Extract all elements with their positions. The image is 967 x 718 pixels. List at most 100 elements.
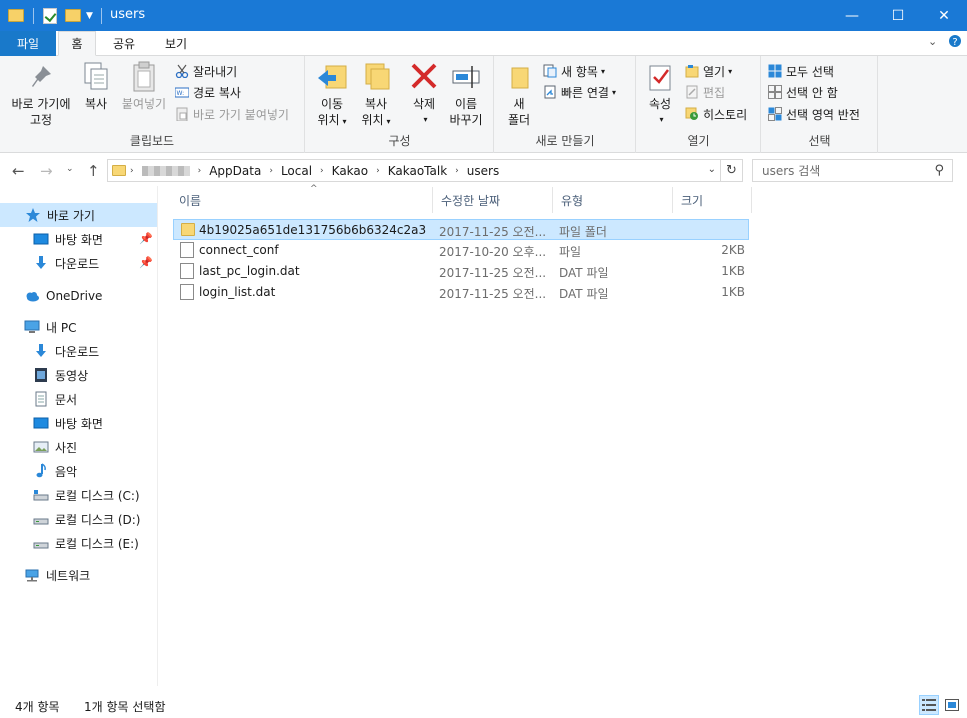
sidebar-item-network[interactable]: 네트워크 bbox=[0, 563, 157, 587]
invert-selection-button[interactable]: 선택 영역 반전 bbox=[768, 104, 860, 124]
forward-button[interactable]: → bbox=[40, 162, 53, 180]
column-header-size[interactable]: 크기 bbox=[673, 187, 752, 213]
sidebar-item-label: 로컬 디스크 (E:) bbox=[55, 536, 139, 551]
table-row[interactable]: login_list.dat 2017-11-25 오전... DAT 파일 1… bbox=[173, 282, 749, 303]
recent-locations-button[interactable]: ⌄ bbox=[66, 164, 74, 174]
rename-icon bbox=[450, 60, 482, 94]
select-none-button[interactable]: 선택 안 함 bbox=[768, 82, 838, 102]
help-icon: ? bbox=[949, 35, 961, 48]
breadcrumb-appdata[interactable]: AppData bbox=[209, 164, 261, 178]
help-button[interactable]: ? bbox=[948, 34, 962, 51]
edit-button[interactable]: 편집 bbox=[685, 82, 725, 102]
chevron-down-icon: ▾ bbox=[386, 117, 391, 126]
rename-button[interactable]: 이름 바꾸기 bbox=[446, 60, 486, 128]
delete-button[interactable]: 삭제 ▾ bbox=[406, 60, 442, 128]
refresh-button[interactable]: ↻ bbox=[721, 159, 743, 182]
file-size: 1KB bbox=[721, 264, 745, 278]
sidebar-item-label: 사진 bbox=[55, 440, 78, 455]
sidebar-item-desktop[interactable]: 바탕 화면 bbox=[0, 411, 157, 435]
back-button[interactable]: ← bbox=[12, 162, 25, 180]
select-all-button[interactable]: 모두 선택 bbox=[768, 61, 834, 81]
copy-button[interactable]: 복사 bbox=[78, 60, 114, 112]
film-icon bbox=[33, 367, 49, 383]
sidebar-item-this-pc[interactable]: 내 PC bbox=[0, 315, 157, 339]
table-row[interactable]: 4b19025a651de131756b6b6324c2a31... 2017-… bbox=[173, 219, 749, 240]
large-icons-view-button[interactable] bbox=[942, 695, 962, 715]
minimize-button[interactable]: — bbox=[829, 0, 875, 31]
column-header-name[interactable]: 이름 ^ bbox=[171, 184, 433, 213]
details-view-button[interactable] bbox=[919, 695, 939, 715]
sidebar-item-desktop-pinned[interactable]: 바탕 화면 📌 bbox=[0, 227, 157, 251]
sidebar-item-onedrive[interactable]: OneDrive bbox=[0, 284, 157, 308]
paste-button[interactable]: 붙여넣기 bbox=[118, 60, 170, 112]
invert-selection-label: 선택 영역 반전 bbox=[786, 107, 860, 122]
svg-text:W:: W: bbox=[177, 90, 185, 97]
copy-to-label: 복사 위치 ▾ bbox=[356, 96, 396, 130]
sidebar-item-downloads-pinned[interactable]: 다운로드 📌 bbox=[0, 251, 157, 275]
tab-home[interactable]: 홈 bbox=[58, 31, 96, 56]
paste-shortcut-button[interactable]: 바로 가기 붙여넣기 bbox=[175, 104, 289, 124]
status-bar: 4개 항목 1개 항목 선택함 bbox=[0, 692, 967, 718]
address-bar[interactable]: › › AppData › Local › Kakao › KakaoTalk … bbox=[107, 159, 721, 182]
select-none-label: 선택 안 함 bbox=[786, 85, 838, 100]
cut-button[interactable]: 잘라내기 bbox=[175, 61, 237, 81]
properties-quick-button[interactable] bbox=[43, 6, 57, 25]
move-to-label: 이동 위치 ▾ bbox=[312, 96, 352, 130]
up-button[interactable]: ↑ bbox=[87, 162, 100, 180]
column-header-label: 유형 bbox=[561, 193, 584, 208]
navigation-pane-divider bbox=[157, 186, 158, 686]
breadcrumb-users[interactable]: users bbox=[467, 164, 499, 178]
tab-share[interactable]: 공유 bbox=[104, 31, 144, 56]
pin-icon[interactable]: 📌 bbox=[139, 256, 153, 269]
paste-label: 붙여넣기 bbox=[121, 97, 167, 111]
tab-view[interactable]: 보기 bbox=[156, 31, 196, 56]
new-item-button[interactable]: 새 항목 ▾ bbox=[543, 61, 605, 81]
properties-button[interactable]: 속성 ▾ bbox=[643, 60, 677, 128]
breadcrumb-kakaotalk[interactable]: KakaoTalk bbox=[388, 164, 447, 178]
easy-access-button[interactable]: 빠른 연결 ▾ bbox=[543, 82, 616, 102]
breadcrumb-kakao[interactable]: Kakao bbox=[332, 164, 368, 178]
computer-icon bbox=[24, 319, 40, 335]
new-folder-button[interactable]: 새 폴더 bbox=[501, 60, 537, 128]
table-row[interactable]: connect_conf 2017-10-20 오후... 파일 2KB bbox=[173, 240, 749, 261]
column-header-type[interactable]: 유형 bbox=[553, 187, 673, 213]
sidebar-item-drive-d[interactable]: 로컬 디스크 (D:) bbox=[0, 507, 157, 531]
table-row[interactable]: last_pc_login.dat 2017-11-25 오전... DAT 파… bbox=[173, 261, 749, 282]
star-icon bbox=[25, 207, 41, 223]
new-folder-icon bbox=[65, 9, 81, 22]
maximize-button[interactable]: ☐ bbox=[875, 0, 921, 31]
tab-file[interactable]: 파일 bbox=[0, 31, 56, 56]
sidebar-item-videos[interactable]: 동영상 bbox=[0, 363, 157, 387]
pin-to-quick-access-button[interactable]: 바로 가기에 고정 bbox=[6, 60, 76, 128]
sidebar-item-downloads[interactable]: 다운로드 bbox=[0, 339, 157, 363]
history-button[interactable]: 히스토리 bbox=[685, 104, 747, 124]
clipboard-group-label: 클립보드 bbox=[129, 134, 175, 148]
move-to-button[interactable]: 이동 위치 ▾ bbox=[312, 60, 352, 130]
sidebar-item-drive-c[interactable]: 로컬 디스크 (C:) bbox=[0, 483, 157, 507]
breadcrumb-local[interactable]: Local bbox=[281, 164, 312, 178]
sidebar-item-quick-access[interactable]: 바로 가기 bbox=[0, 203, 157, 227]
search-box[interactable]: users 검색 ⚲ bbox=[752, 159, 953, 182]
column-header-label: 수정한 날짜 bbox=[441, 193, 501, 208]
expand-ribbon-button[interactable]: ⌄ bbox=[928, 35, 937, 48]
open-label: 열기 bbox=[703, 64, 726, 79]
pin-icon[interactable]: 📌 bbox=[139, 232, 153, 245]
address-history-chevron-icon[interactable]: ⌄ bbox=[708, 164, 716, 175]
column-header-modified[interactable]: 수정한 날짜 bbox=[433, 187, 553, 213]
file-icon bbox=[180, 263, 194, 279]
sidebar-item-documents[interactable]: 문서 bbox=[0, 387, 157, 411]
easy-access-icon bbox=[543, 85, 557, 99]
sidebar-item-music[interactable]: 음악 bbox=[0, 459, 157, 483]
window-title: users bbox=[110, 7, 146, 22]
new-folder-quick-button[interactable] bbox=[65, 6, 81, 25]
sidebar-item-label: OneDrive bbox=[46, 289, 103, 303]
copy-path-button[interactable]: W: 경로 복사 bbox=[174, 82, 241, 102]
copy-to-button[interactable]: 복사 위치 ▾ bbox=[356, 60, 396, 130]
sidebar-item-pictures[interactable]: 사진 bbox=[0, 435, 157, 459]
sidebar-item-drive-e[interactable]: 로컬 디스크 (E:) bbox=[0, 531, 157, 555]
open-button[interactable]: 열기 ▾ bbox=[685, 61, 732, 81]
customize-quick-access-button[interactable]: ▼ bbox=[86, 6, 93, 25]
close-button[interactable]: ✕ bbox=[921, 0, 967, 31]
picture-icon bbox=[33, 439, 49, 455]
pin-icon bbox=[25, 60, 57, 94]
